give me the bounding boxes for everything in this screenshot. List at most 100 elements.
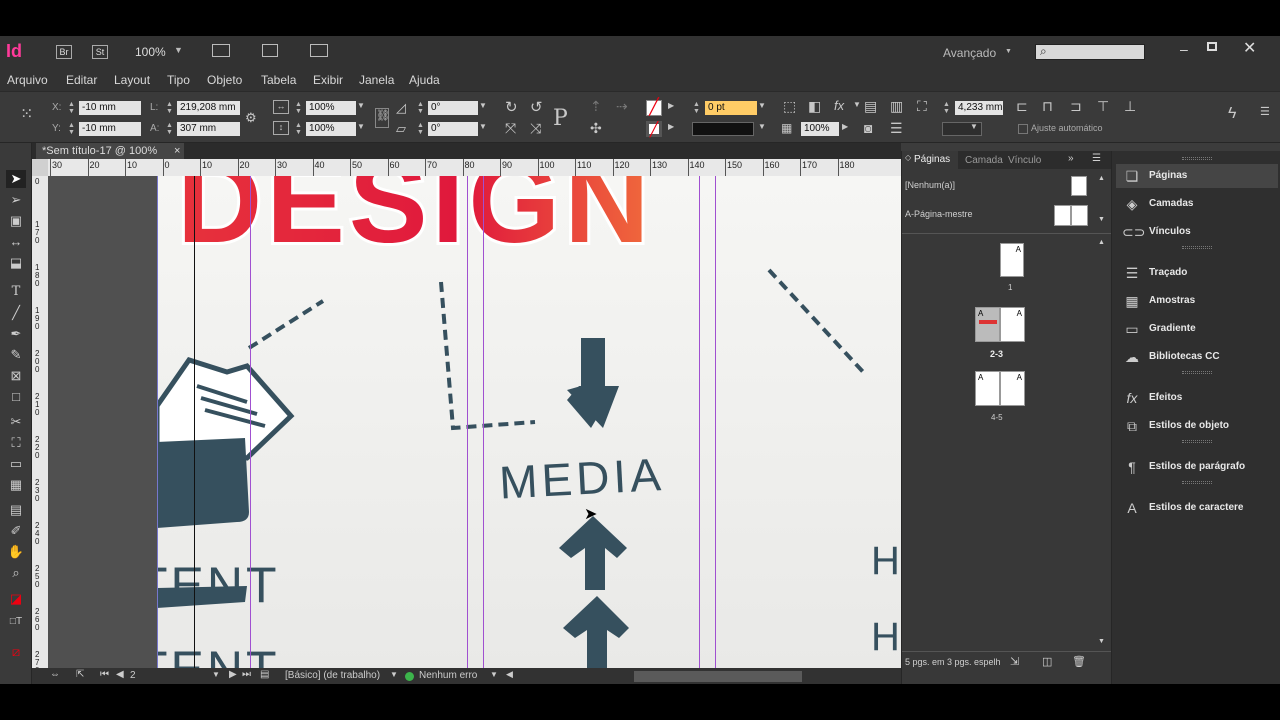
document-tab[interactable]: *Sem título-17 @ 100% × [36,143,184,159]
effects-icon[interactable]: fx [834,98,844,113]
zoom-tool-icon[interactable]: ⌕ [6,564,26,582]
stock-button[interactable]: St [92,45,108,59]
select-container-icon[interactable]: ⤧ [505,120,516,137]
size-field[interactable]: 4,233 mm [955,101,1003,115]
height-field[interactable]: 307 mm [177,122,240,136]
chevron-down-icon[interactable]: ▼ [479,122,487,131]
rectangle-tool-icon[interactable]: □ [6,388,26,406]
gap-tool-icon[interactable]: ↔ [6,233,26,251]
menu-tabela[interactable]: Tabela [261,73,296,87]
dock-layers[interactable]: ◈ Camadas [1116,192,1278,216]
bridge-button[interactable]: Br [56,45,72,59]
type-tool-icon[interactable]: T [6,283,26,301]
width-stepper[interactable]: ▲ ▼ [165,101,174,115]
scroll-left-icon[interactable]: ◀ [506,669,513,680]
y-stepper[interactable]: ▲ ▼ [67,122,76,136]
panel-grip[interactable] [1182,157,1212,160]
zoom-level[interactable]: 100% [135,45,166,59]
preflight-status[interactable]: Nenhum erro [419,670,477,681]
height-stepper[interactable]: ▲ ▼ [165,122,174,136]
rotate-ccw-icon[interactable]: ↺ [530,98,543,116]
scroll-up-icon[interactable]: ▲ [1098,175,1105,182]
text-wrap-none-icon[interactable]: ▤ [864,98,877,115]
fit-frame-icon[interactable]: ⛶ [917,98,927,115]
tab-links[interactable]: Vínculo [1008,155,1041,166]
tab-layers[interactable]: Camada [965,155,1003,166]
chevron-down-icon[interactable]: ▼ [758,122,766,131]
master-none-thumbnail[interactable] [1071,176,1087,196]
chevron-down-icon[interactable]: ▼ [357,101,365,110]
dock-paragraph-styles[interactable]: ¶ Estilos de parágrafo [1116,455,1278,479]
dock-links[interactable]: ⊂⊃ Vínculos [1116,220,1278,244]
dock-cc-libraries[interactable]: ☁ Bibliotecas CC [1116,345,1278,369]
scale-x-field[interactable]: 100% [306,101,356,115]
dock-character-styles[interactable]: A Estilos de caractere [1116,496,1278,520]
select-next-icon[interactable]: ⇢ [616,98,628,115]
panel-menu-icon[interactable]: ☰ [1260,105,1270,118]
open-page-icon[interactable]: ⇱ [76,669,84,680]
scroll-down-icon[interactable]: ▼ [1098,216,1105,223]
close-icon[interactable]: ✕ [1243,38,1256,58]
page-2-thumbnail[interactable]: A [975,307,1000,342]
master-none[interactable]: [Nenhum(a)] [905,180,955,190]
text-wrap-jump-icon[interactable]: ☰ [890,120,903,137]
constrain-proportions-icon[interactable]: ⚙ [245,110,257,126]
align-right-icon[interactable]: ⊐ [1070,98,1082,115]
chevron-right-icon[interactable]: ▶ [842,122,848,131]
chevron-down-icon[interactable]: ▼ [357,122,365,131]
reference-point-icon[interactable]: ⁙ [20,104,33,124]
dock-object-styles[interactable]: ⧉ Estilos de objeto [1116,414,1278,438]
shear-stepper[interactable]: ▲ ▼ [416,122,425,136]
free-transform-tool-icon[interactable]: ⛶ [6,434,26,452]
rotate-cw-icon[interactable]: ↻ [505,98,518,116]
document-page[interactable]: DESIGN MEDIA TENT TENT H H [157,176,901,668]
menu-exibir[interactable]: Exibir [313,73,343,87]
horizontal-scrollbar-thumb[interactable] [634,671,802,682]
gradient-swatch-tool-icon[interactable]: ▭ [6,455,26,473]
lightning-icon[interactable]: ϟ [1228,105,1236,123]
panel-grip[interactable] [1182,371,1212,374]
scroll-up-icon[interactable]: ▲ [1098,239,1105,246]
content-collector-icon[interactable]: ⬓ [6,254,26,272]
chevron-down-icon[interactable]: ▼ [853,100,861,109]
first-page-icon[interactable]: ⏮ [100,669,109,680]
page-nav-icon[interactable]: ⇔ [50,669,60,680]
panel-grip[interactable] [1182,440,1212,443]
align-bottom-icon[interactable]: ⊥ [1124,98,1136,115]
master-a-left-thumbnail[interactable] [1054,205,1071,226]
chevron-down-icon[interactable]: ▼ [758,101,766,110]
next-page-icon[interactable]: ▶ [229,669,237,680]
hand-tool-icon[interactable]: ✋ [6,543,26,561]
menu-objeto[interactable]: Objeto [207,73,242,87]
stroke-weight-stepper[interactable]: ▲ ▼ [692,101,701,115]
ruler-corner[interactable] [32,159,48,176]
pen-tool-icon[interactable]: ✒ [6,325,26,343]
selection-tool-icon[interactable]: ➤ [6,170,26,188]
size-stepper[interactable]: ▲ ▼ [942,101,951,115]
auto-fit-checkbox[interactable] [1018,124,1028,134]
document-canvas[interactable]: DESIGN MEDIA TENT TENT H H [48,176,901,668]
dock-swatches[interactable]: ▦ Amostras [1116,289,1278,313]
dock-stroke[interactable]: ☰ Traçado [1116,261,1278,285]
panel-grip[interactable] [1182,481,1212,484]
page-1-thumbnail[interactable]: A [1000,243,1024,277]
rotate-field[interactable]: 0° [428,101,478,115]
link-icon[interactable]: ⛓ [375,108,390,128]
rotate-stepper[interactable]: ▲ ▼ [416,101,425,115]
pencil-tool-icon[interactable]: ✎ [6,346,26,364]
menu-arquivo[interactable]: Arquivo [7,73,48,87]
page-3-thumbnail[interactable]: A [1000,307,1025,342]
align-left-icon[interactable]: ⊏ [1016,98,1028,115]
chevron-right-icon[interactable]: ▶ [668,122,674,131]
chevron-down-icon[interactable]: ▼ [390,670,398,679]
menu-ajuda[interactable]: Ajuda [409,73,440,87]
menu-janela[interactable]: Janela [359,73,394,87]
x-field[interactable]: -10 mm [79,101,141,115]
page-tool-icon[interactable]: ▣ [6,212,26,230]
page-4-thumbnail[interactable]: A [975,371,1000,406]
maximize-button[interactable] [1207,42,1217,51]
fill-swatch-icon[interactable]: ╱ [646,100,662,116]
screen-mode-icon[interactable] [262,44,278,57]
direct-selection-tool-icon[interactable]: ➢ [6,191,26,209]
chevron-right-icon[interactable]: ▶ [668,101,674,110]
